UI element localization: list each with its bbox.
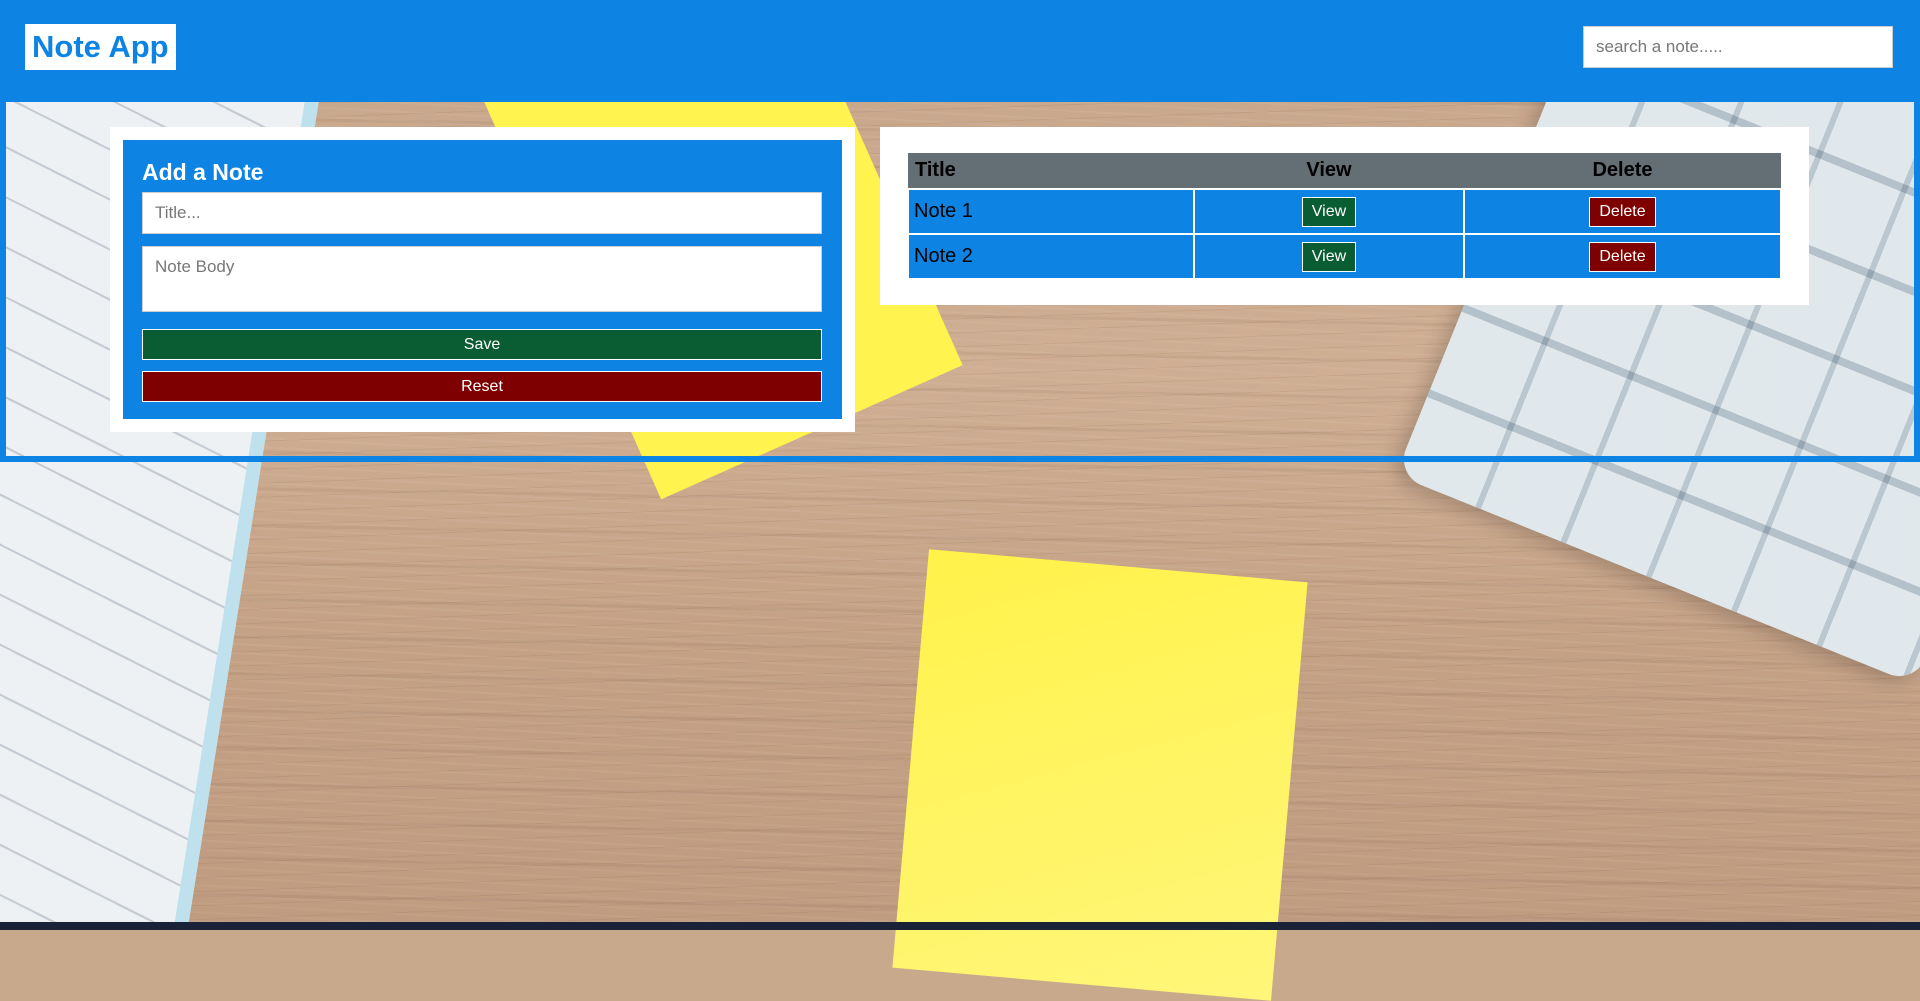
view-cell: View — [1193, 188, 1465, 235]
note-title-input[interactable] — [142, 192, 822, 234]
reset-button[interactable]: Reset — [142, 371, 822, 402]
notes-table: Title View Delete Note 1 View Delete Not… — [907, 153, 1782, 280]
view-button[interactable]: View — [1301, 196, 1357, 227]
column-header-view: View — [1194, 153, 1464, 189]
notes-card: Title View Delete Note 1 View Delete Not… — [880, 127, 1809, 305]
delete-button[interactable]: Delete — [1589, 241, 1656, 272]
view-button[interactable]: View — [1301, 241, 1357, 272]
table-row: Note 1 View Delete — [907, 188, 1782, 235]
view-cell: View — [1193, 233, 1465, 280]
search-input[interactable] — [1583, 26, 1893, 68]
note-body-input[interactable] — [142, 246, 822, 312]
navbar: Note App — [0, 0, 1920, 102]
table-row: Note 2 View Delete — [907, 233, 1782, 280]
save-button[interactable]: Save — [142, 329, 822, 360]
delete-button[interactable]: Delete — [1589, 196, 1656, 227]
delete-cell: Delete — [1463, 188, 1782, 235]
table-header-row: Title View Delete — [908, 153, 1781, 189]
delete-cell: Delete — [1463, 233, 1782, 280]
column-header-delete: Delete — [1464, 153, 1781, 189]
brand-logo[interactable]: Note App — [25, 24, 176, 70]
add-note-form: Add a Note Save Reset — [123, 140, 842, 419]
add-note-card: Add a Note Save Reset — [110, 127, 855, 432]
note-title-cell: Note 1 — [907, 188, 1195, 235]
sticky-note-image — [892, 549, 1308, 1001]
column-header-title: Title — [908, 153, 1194, 189]
form-heading: Add a Note — [142, 159, 264, 185]
taskbar-strip — [0, 922, 1920, 930]
note-title-cell: Note 2 — [907, 233, 1195, 280]
